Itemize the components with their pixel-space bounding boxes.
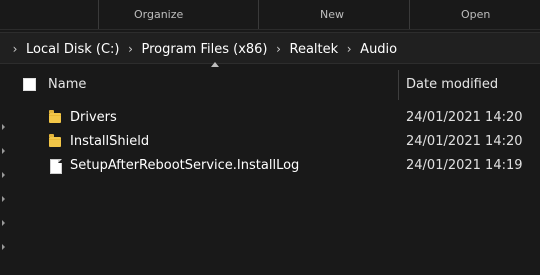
- expand-arrow-icon[interactable]: [2, 220, 5, 226]
- ribbon-divider: [0, 29, 540, 30]
- address-bar[interactable]: › Local Disk (C:) › Program Files (x86) …: [0, 32, 540, 64]
- file-icon: [48, 158, 64, 174]
- item-date-modified: 24/01/2021 14:20: [406, 134, 523, 149]
- list-item[interactable]: InstallShield 24/01/2021 14:20: [12, 130, 540, 154]
- chevron-right-icon[interactable]: ›: [123, 42, 137, 56]
- chevron-right-icon[interactable]: ›: [342, 42, 356, 56]
- item-date-modified: 24/01/2021 14:19: [406, 158, 523, 173]
- expand-arrow-icon[interactable]: [2, 244, 5, 250]
- ribbon: Organize New Open: [0, 0, 540, 30]
- item-name: SetupAfterRebootService.InstallLog: [70, 158, 300, 173]
- chevron-right-icon[interactable]: ›: [272, 42, 286, 56]
- expand-arrow-icon[interactable]: [2, 148, 5, 154]
- column-header-name[interactable]: Name: [48, 77, 86, 92]
- sort-ascending-icon: [211, 62, 219, 67]
- breadcrumb: › Local Disk (C:) › Program Files (x86) …: [6, 39, 399, 59]
- breadcrumb-local-disk[interactable]: Local Disk (C:): [24, 42, 121, 57]
- breadcrumb-audio[interactable]: Audio: [358, 42, 399, 57]
- column-header-date-modified[interactable]: Date modified: [406, 77, 498, 92]
- ribbon-group-organize[interactable]: Organize: [134, 8, 183, 21]
- list-item[interactable]: Drivers 24/01/2021 14:20: [12, 106, 540, 130]
- navigation-pane-edge[interactable]: [0, 64, 12, 275]
- folder-icon: [48, 134, 64, 150]
- ribbon-separator: [258, 0, 259, 30]
- column-header: Name Date modified: [12, 62, 540, 100]
- expand-arrow-icon[interactable]: [2, 124, 5, 130]
- ribbon-separator: [409, 0, 410, 30]
- ribbon-group-new[interactable]: New: [320, 8, 344, 21]
- breadcrumb-program-files[interactable]: Program Files (x86): [139, 42, 269, 57]
- column-resize-handle[interactable]: [398, 70, 399, 100]
- item-name: InstallShield: [70, 134, 150, 149]
- expand-arrow-icon[interactable]: [2, 196, 5, 202]
- folder-icon: [48, 110, 64, 126]
- item-name: Drivers: [70, 110, 117, 125]
- expand-arrow-icon[interactable]: [2, 172, 5, 178]
- ribbon-group-open[interactable]: Open: [461, 8, 490, 21]
- list-item[interactable]: SetupAfterRebootService.InstallLog 24/01…: [12, 154, 540, 178]
- ribbon-separator: [98, 0, 99, 30]
- select-all-checkbox[interactable]: [23, 78, 36, 91]
- item-date-modified: 24/01/2021 14:20: [406, 110, 523, 125]
- breadcrumb-realtek[interactable]: Realtek: [288, 42, 341, 57]
- chevron-right-icon[interactable]: ›: [8, 42, 22, 56]
